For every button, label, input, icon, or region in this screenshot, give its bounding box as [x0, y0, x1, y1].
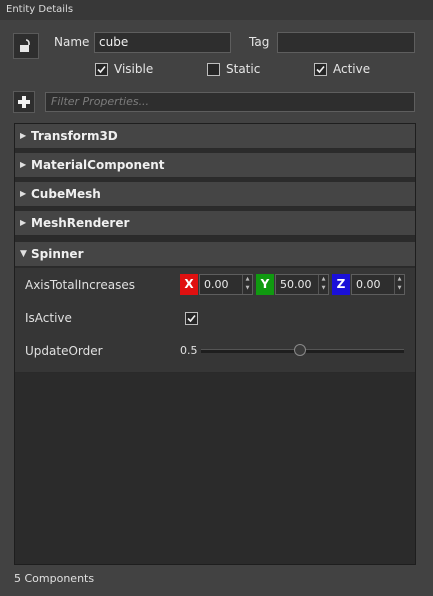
- z-value-input[interactable]: 0.00 ▲ ▼: [351, 274, 405, 295]
- component-header-cubemesh[interactable]: ▶ CubeMesh: [15, 182, 415, 207]
- x-spinner-arrows[interactable]: ▲ ▼: [242, 275, 252, 294]
- unlock-icon: [20, 39, 30, 52]
- checkmark-icon: [97, 65, 106, 74]
- y-spinner-arrows[interactable]: ▲ ▼: [318, 275, 328, 294]
- component-header-transform3d[interactable]: ▶ Transform3D: [15, 124, 415, 149]
- name-input[interactable]: cube: [94, 32, 231, 53]
- lock-button[interactable]: [13, 33, 39, 59]
- update-order-label: UpdateOrder: [25, 344, 103, 358]
- z-axis-badge: Z: [332, 274, 350, 295]
- add-component-button[interactable]: [13, 91, 35, 113]
- z-spinner-arrows[interactable]: ▲ ▼: [394, 275, 404, 294]
- active-label: Active: [333, 62, 371, 76]
- static-label: Static: [226, 62, 261, 76]
- collapsed-arrow-icon: ▶: [20, 131, 27, 140]
- checkmark-icon: [187, 314, 196, 323]
- component-name: MaterialComponent: [31, 158, 165, 172]
- component-name: CubeMesh: [31, 187, 101, 201]
- collapsed-arrow-icon: ▶: [20, 160, 27, 169]
- collapsed-arrow-icon: ▶: [20, 189, 27, 198]
- collapsed-arrow-icon: ▶: [20, 218, 27, 227]
- active-checkbox[interactable]: [314, 63, 327, 76]
- component-header-meshrenderer[interactable]: ▶ MeshRenderer: [15, 211, 415, 236]
- component-name: Transform3D: [31, 129, 118, 143]
- checkmark-icon: [316, 65, 325, 74]
- visible-label: Visible: [114, 62, 154, 76]
- component-name: MeshRenderer: [31, 216, 130, 230]
- isactive-checkbox[interactable]: [185, 312, 198, 325]
- x-value-input[interactable]: 0.00 ▲ ▼: [199, 274, 253, 295]
- x-axis-badge: X: [180, 274, 198, 295]
- y-value: 50.00: [280, 278, 312, 291]
- tag-label: Tag: [249, 35, 270, 49]
- z-value: 0.00: [356, 278, 381, 291]
- static-checkbox[interactable]: [207, 63, 220, 76]
- visible-checkbox[interactable]: [95, 63, 108, 76]
- panel-title-bar: Entity Details: [0, 0, 433, 20]
- isactive-label: IsActive: [25, 311, 72, 325]
- component-header-spinner[interactable]: ▼ Spinner: [15, 242, 415, 267]
- component-list: ▶ Transform3D ▶ MaterialComponent ▶ Cube…: [14, 123, 416, 565]
- x-value: 0.00: [204, 278, 229, 291]
- axis-total-increases-label: AxisTotalIncreases: [25, 278, 135, 292]
- tag-input[interactable]: [277, 32, 415, 53]
- panel-title: Entity Details: [6, 4, 74, 15]
- plus-icon: [18, 96, 30, 108]
- filter-properties-input[interactable]: Filter Properties...: [45, 92, 415, 112]
- component-name: Spinner: [31, 247, 84, 261]
- name-label: Name: [54, 35, 90, 49]
- spinner-properties: AxisTotalIncreases X 0.00 ▲ ▼ Y 50.00 ▲ ▼ …: [15, 268, 415, 373]
- y-value-input[interactable]: 50.00 ▲ ▼: [275, 274, 329, 295]
- expanded-arrow-icon: ▼: [20, 249, 27, 259]
- update-order-slider-thumb[interactable]: [294, 344, 306, 356]
- component-count: 5 Components: [14, 572, 95, 585]
- component-header-materialcomponent[interactable]: ▶ MaterialComponent: [15, 153, 415, 178]
- update-order-value: 0.5: [180, 344, 198, 357]
- y-axis-badge: Y: [256, 274, 274, 295]
